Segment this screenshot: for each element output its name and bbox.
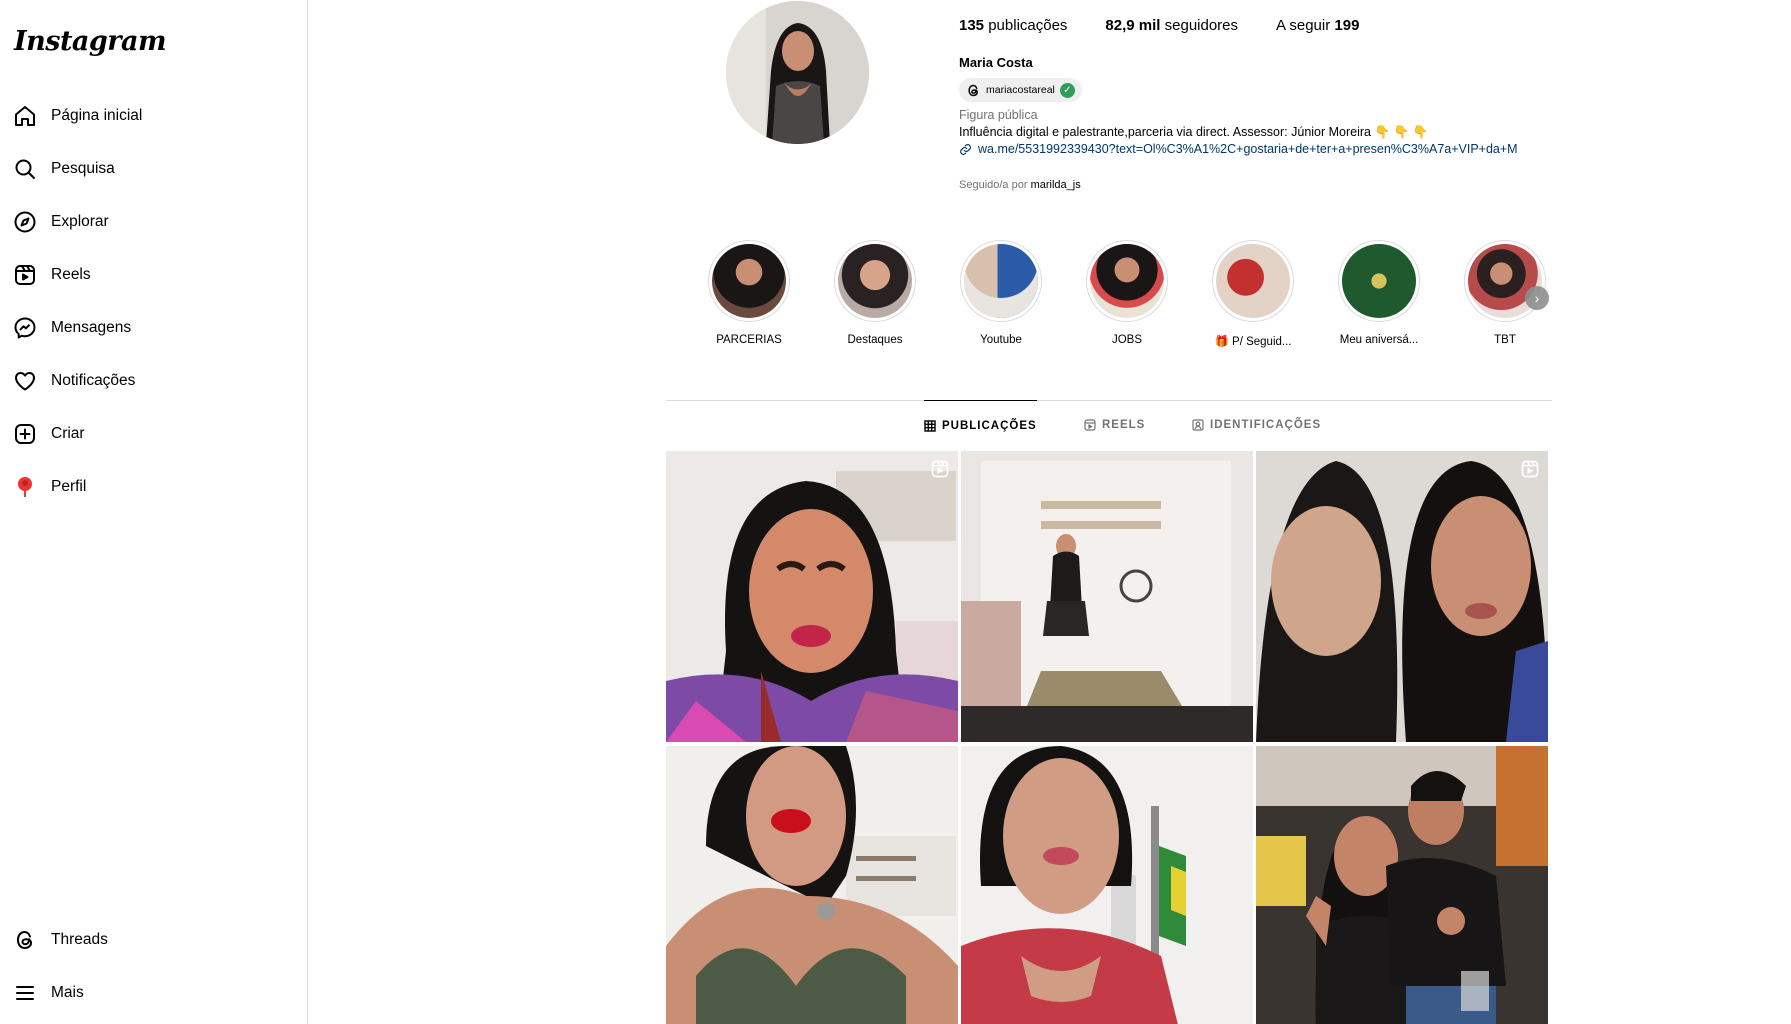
highlight-label: TBT [1494, 334, 1516, 346]
menu-icon [12, 980, 38, 1006]
bio-link-text: wa.me/5531992339430?text=Ol%C3%A1%2C+gos… [978, 142, 1518, 156]
followed-by[interactable]: Seguido/a por marilda_js [959, 179, 1081, 191]
threads-handle: mariacostareal [986, 84, 1055, 96]
instagram-logo[interactable]: Instagram [14, 26, 167, 57]
highlight-label: 🎁 P/ Seguid... [1214, 336, 1292, 348]
tab-label: PUBLICAÇÕES [942, 419, 1037, 432]
heart-icon [12, 368, 38, 394]
profile-stats: 135 publicações 82,9 mil seguidores A se… [959, 17, 1359, 34]
compass-icon [12, 209, 38, 235]
profile-avatar[interactable] [726, 1, 869, 144]
threads-icon [12, 927, 38, 953]
threads-badge[interactable]: mariacostareal ✓ [959, 78, 1082, 102]
sidebar-item-notifications[interactable]: Notificações [12, 361, 135, 401]
sidebar-item-label: Explorar [51, 213, 109, 230]
highlight-cover [1212, 240, 1294, 322]
tab-label: REELS [1102, 419, 1146, 431]
sidebar-item-label: Mais [51, 984, 84, 1001]
sidebar-item-label: Mensagens [51, 319, 132, 336]
bio-link[interactable]: wa.me/5531992339430?text=Ol%C3%A1%2C+gos… [959, 142, 1551, 156]
plus-square-icon [12, 421, 38, 447]
tab-posts[interactable]: PUBLICAÇÕES [924, 400, 1037, 450]
tab-label: IDENTIFICAÇÕES [1210, 419, 1322, 431]
highlight-label: JOBS [1111, 334, 1143, 346]
sidebar-item-label: Perfil [51, 478, 87, 495]
highlight-cover [708, 240, 790, 322]
highlight-item[interactable]: Youtube [956, 240, 1046, 346]
post-thumbnail[interactable] [961, 746, 1253, 1024]
sidebar-item-label: Threads [51, 931, 108, 948]
grid-icon [924, 419, 936, 432]
highlight-label: Destaques [847, 334, 903, 346]
sidebar-item-label: Pesquisa [51, 160, 115, 177]
reels-icon [1084, 419, 1096, 431]
post-thumbnail[interactable] [961, 451, 1253, 742]
sidebar-item-label: Página inicial [51, 107, 143, 124]
tagged-icon [1192, 419, 1204, 431]
sidebar-item-messages[interactable]: Mensagens [12, 308, 131, 348]
post-thumbnail[interactable] [1256, 746, 1548, 1024]
highlight-item[interactable]: PARCERIAS [704, 240, 794, 346]
sidebar-item-label: Criar [51, 425, 85, 442]
post-thumbnail[interactable] [666, 451, 958, 742]
highlight-cover [1338, 240, 1420, 322]
verified-check-icon: ✓ [1059, 82, 1075, 98]
highlight-item[interactable]: Meu aniversá... [1334, 240, 1424, 346]
sidebar-item-label: Notificações [51, 372, 136, 389]
post-thumbnail[interactable] [1256, 451, 1548, 742]
sidebar-item-profile[interactable]: Perfil [12, 467, 86, 507]
highlight-label: PARCERIAS [716, 334, 782, 346]
threads-icon [968, 84, 979, 96]
sidebar-item-search[interactable]: Pesquisa [12, 149, 115, 189]
profile-avatar-icon [12, 474, 38, 500]
highlight-item[interactable]: 🎁 P/ Seguid... [1208, 240, 1298, 348]
link-icon [960, 143, 971, 155]
highlight-item[interactable]: Destaques [830, 240, 920, 346]
messenger-icon [12, 315, 38, 341]
reel-indicator-icon [1521, 460, 1539, 478]
highlight-cover [960, 240, 1042, 322]
sidebar-item-label: Reels [51, 266, 91, 283]
highlight-item[interactable]: JOBS [1082, 240, 1172, 346]
profile-bio: Influência digital e palestrante,parceri… [959, 125, 1429, 139]
tab-tagged[interactable]: IDENTIFICAÇÕES [1192, 400, 1321, 450]
sidebar-item-home[interactable]: Página inicial [12, 96, 142, 136]
sidebar-item-explore[interactable]: Explorar [12, 202, 109, 242]
highlight-cover [834, 240, 916, 322]
highlight-label: Youtube [980, 334, 1022, 346]
home-icon [12, 103, 38, 129]
sidebar-item-more[interactable]: Mais [12, 973, 84, 1013]
profile-category: Figura pública [959, 108, 1038, 122]
profile-name: Maria Costa [959, 55, 1033, 70]
chevron-right-icon[interactable]: › [1525, 286, 1549, 310]
sidebar: Instagram Página inicial Pesquisa Explor… [0, 0, 308, 1024]
following-link[interactable]: A seguir 199 [1276, 17, 1359, 34]
followers-link[interactable]: 82,9 mil seguidores [1105, 17, 1238, 34]
highlight-label: Meu aniversá... [1339, 334, 1419, 346]
reel-indicator-icon [931, 460, 949, 478]
sidebar-item-reels[interactable]: Reels [12, 255, 91, 295]
reels-icon [12, 262, 38, 288]
search-icon [12, 156, 38, 182]
sidebar-item-create[interactable]: Criar [12, 414, 85, 454]
story-highlights: PARCERIAS Destaques Youtube JOBS 🎁 P/ Se… [704, 240, 1556, 360]
post-thumbnail[interactable] [666, 746, 958, 1024]
posts-count: 135 publicações [959, 17, 1068, 34]
tab-reels[interactable]: REELS [1084, 400, 1145, 450]
highlight-cover [1086, 240, 1168, 322]
sidebar-item-threads[interactable]: Threads [12, 920, 108, 960]
